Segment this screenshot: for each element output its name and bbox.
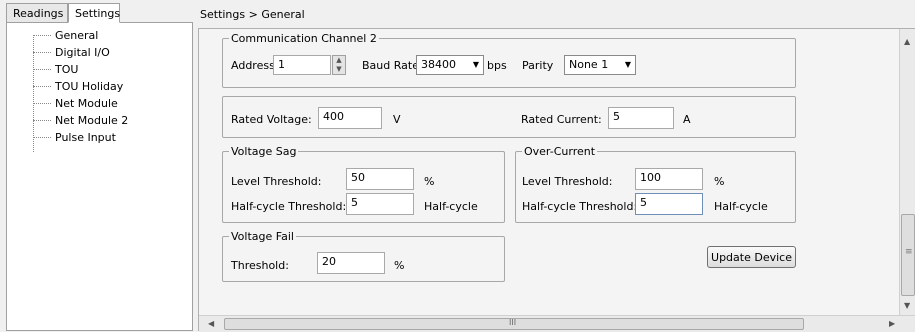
rated-group: Rated Voltage: 400 V Rated Current: 5 A	[222, 96, 796, 138]
scroll-down-icon[interactable]: ▼	[904, 301, 910, 310]
oc-level-unit: %	[714, 175, 725, 188]
spin-down-icon[interactable]: ▼	[333, 65, 345, 74]
tree-item-digital-io[interactable]: Digital I/O	[33, 46, 110, 60]
scroll-up-icon[interactable]: ▲	[904, 37, 910, 46]
over-current-group: Over-Current Level Threshold: 100 % Half…	[515, 145, 796, 223]
sag-half-cycle-label: Half-cycle Threshold:	[231, 200, 347, 213]
over-current-legend: Over-Current	[522, 145, 598, 158]
sag-half-cycle-input[interactable]: 5	[346, 193, 414, 215]
horizontal-scroll-thumb[interactable]: III	[224, 318, 804, 330]
tree-item-tou[interactable]: TOU	[33, 63, 78, 77]
settings-tree: General Digital I/O TOU TOU Holiday Net …	[6, 22, 193, 331]
fail-threshold-label: Threshold:	[231, 259, 289, 272]
address-spinner[interactable]: ▲ ▼	[332, 55, 346, 75]
settings-content: Communication Channel 2 Address 1 ▲ ▼ Bau…	[198, 28, 915, 332]
update-device-button[interactable]: Update Device	[707, 246, 796, 268]
vertical-scroll-thumb[interactable]: ≡	[901, 214, 915, 296]
fail-threshold-input[interactable]: 20	[317, 252, 385, 274]
voltage-fail-group: Voltage Fail Threshold: 20 %	[222, 230, 505, 282]
baud-rate-select[interactable]: 38400 ▼	[416, 55, 484, 75]
tree-item-net-module-2[interactable]: Net Module 2	[33, 114, 128, 128]
sag-level-input[interactable]: 50	[346, 168, 414, 190]
comm-channel-group: Communication Channel 2 Address 1 ▲ ▼ Bau…	[222, 32, 796, 88]
rated-current-label: Rated Current:	[521, 113, 602, 126]
oc-half-cycle-input[interactable]: 5	[635, 193, 703, 215]
sag-level-unit: %	[424, 175, 435, 188]
scroll-left-icon[interactable]: ◀	[208, 319, 214, 328]
voltage-sag-group: Voltage Sag Level Threshold: 50 % Half-c…	[222, 145, 505, 223]
grip-icon: ≡	[905, 247, 913, 257]
breadcrumb: Settings > General	[200, 8, 305, 21]
sag-half-cycle-unit: Half-cycle	[424, 200, 478, 213]
parity-label: Parity	[522, 59, 554, 72]
chevron-down-icon: ▼	[624, 60, 631, 69]
rated-voltage-label: Rated Voltage:	[231, 113, 312, 126]
chevron-down-icon: ▼	[472, 60, 479, 69]
oc-half-cycle-label: Half-cycle Threshold:	[522, 200, 638, 213]
grip-icon: III	[509, 318, 517, 327]
baud-unit: bps	[487, 59, 507, 72]
baud-rate-label: Baud Rate	[362, 59, 419, 72]
tab-settings[interactable]: Settings	[68, 3, 120, 23]
fail-threshold-unit: %	[394, 259, 405, 272]
vertical-scrollbar[interactable]: ▲ ≡ ▼	[899, 29, 915, 315]
voltage-sag-legend: Voltage Sag	[229, 145, 299, 158]
address-input[interactable]: 1	[273, 55, 331, 75]
tree-item-general[interactable]: General	[33, 29, 98, 43]
oc-level-label: Level Threshold:	[522, 175, 613, 188]
parity-select[interactable]: None 1 ▼	[564, 55, 636, 75]
rated-current-unit: A	[683, 113, 691, 126]
tab-readings[interactable]: Readings	[6, 3, 68, 23]
rated-voltage-input[interactable]: 400	[318, 107, 382, 129]
scroll-right-icon[interactable]: ▶	[889, 319, 895, 328]
rated-current-input[interactable]: 5	[608, 107, 674, 129]
tree-item-net-module[interactable]: Net Module	[33, 97, 118, 111]
tree-item-tou-holiday[interactable]: TOU Holiday	[33, 80, 123, 94]
sag-level-label: Level Threshold:	[231, 175, 322, 188]
oc-level-input[interactable]: 100	[635, 168, 703, 190]
voltage-fail-legend: Voltage Fail	[229, 230, 296, 243]
address-label: Address	[231, 59, 275, 72]
comm-channel-legend: Communication Channel 2	[229, 32, 379, 45]
oc-half-cycle-unit: Half-cycle	[714, 200, 768, 213]
tree-item-pulse-input[interactable]: Pulse Input	[33, 131, 116, 145]
rated-voltage-unit: V	[393, 113, 401, 126]
spin-up-icon[interactable]: ▲	[333, 56, 345, 65]
horizontal-scrollbar[interactable]: ◀ III ▶	[199, 315, 915, 332]
